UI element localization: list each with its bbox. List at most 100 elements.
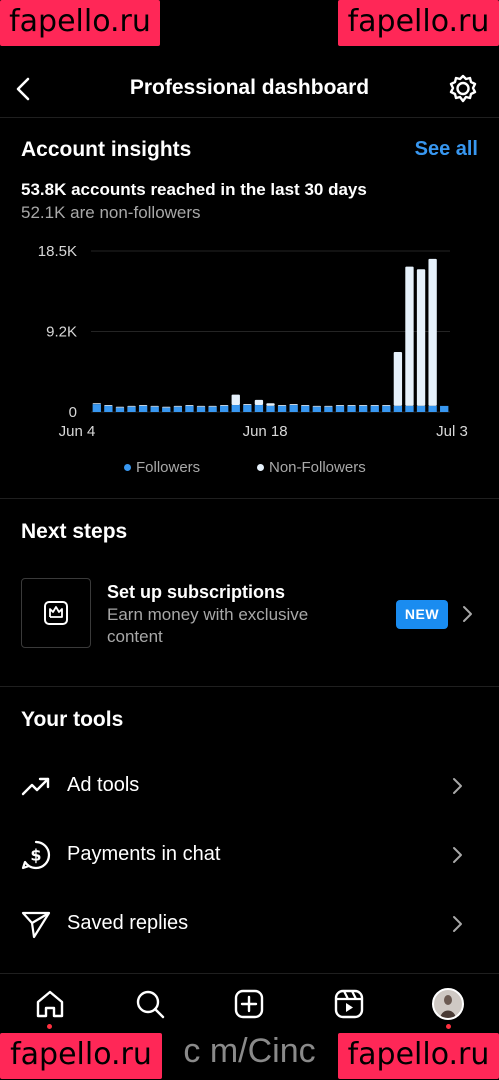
bar-non-followers bbox=[104, 405, 113, 406]
subscriptions-title: Set up subscriptions bbox=[107, 582, 286, 602]
chevron-right-icon bbox=[463, 606, 472, 622]
avatar-image-icon bbox=[440, 995, 456, 1018]
bar-non-followers bbox=[254, 399, 264, 406]
bar-non-followers bbox=[405, 266, 414, 406]
bar-non-followers bbox=[382, 405, 391, 406]
non-followers-text: 52.1K are non-followers bbox=[21, 203, 201, 222]
bar-followers bbox=[347, 405, 356, 412]
bar-followers bbox=[382, 405, 391, 412]
home-notification-dot bbox=[47, 1024, 52, 1029]
bar-non-followers bbox=[150, 405, 159, 407]
legend-non-followers: Non-Followers bbox=[257, 459, 366, 476]
watermark-bottom-left: fapello.ru bbox=[0, 1033, 162, 1079]
bar-followers bbox=[428, 405, 437, 412]
next-steps-title: Next steps bbox=[21, 520, 128, 543]
account-insights-title: Account insights bbox=[21, 138, 192, 161]
bar-non-followers bbox=[138, 405, 148, 406]
your-tools-title: Your tools bbox=[21, 708, 124, 731]
settings-button[interactable] bbox=[446, 72, 480, 106]
y-tick-label: 18.5K bbox=[38, 243, 77, 260]
bar-followers bbox=[324, 406, 333, 412]
bar-non-followers bbox=[231, 394, 240, 406]
bar-followers bbox=[266, 405, 275, 412]
bar-non-followers bbox=[312, 405, 321, 407]
bar-followers bbox=[196, 406, 206, 412]
bar-followers bbox=[220, 405, 229, 412]
new-badge: NEW bbox=[396, 600, 448, 629]
bar-followers bbox=[440, 405, 449, 412]
profile-notification-dot bbox=[446, 1024, 451, 1029]
bar-followers bbox=[127, 406, 136, 412]
watermark-top-left: fapello.ru bbox=[0, 0, 160, 46]
bar-followers bbox=[243, 405, 252, 412]
divider bbox=[0, 973, 499, 974]
legend-non-followers-dot bbox=[257, 463, 264, 471]
bar-non-followers bbox=[115, 406, 125, 408]
bar-non-followers bbox=[289, 404, 298, 406]
chevron-right-icon bbox=[453, 778, 462, 794]
bar-non-followers bbox=[220, 405, 229, 406]
crown-badge-icon bbox=[44, 601, 68, 625]
svg-text:$: $ bbox=[30, 846, 41, 865]
x-tick-label: Jun 18 bbox=[243, 423, 288, 440]
bar-non-followers bbox=[127, 405, 136, 407]
y-tick-label: 9.2K bbox=[46, 324, 77, 341]
bar-followers bbox=[92, 404, 101, 412]
bar-non-followers bbox=[196, 405, 206, 407]
bar-non-followers bbox=[208, 405, 217, 407]
chevron-right-icon bbox=[453, 847, 462, 863]
subscriptions-icon-box bbox=[21, 578, 91, 648]
bar-followers bbox=[277, 405, 287, 412]
bar-non-followers bbox=[358, 405, 368, 406]
tool-label-ad-tools: Ad tools bbox=[67, 774, 140, 796]
bar-followers bbox=[301, 405, 310, 412]
bar-non-followers bbox=[277, 405, 287, 406]
bar-non-followers bbox=[428, 258, 437, 406]
see-all-link[interactable]: See all bbox=[415, 138, 478, 161]
profile-avatar[interactable] bbox=[432, 988, 464, 1020]
bar-followers bbox=[208, 406, 217, 412]
bar-non-followers bbox=[393, 351, 403, 406]
bar-followers bbox=[138, 405, 148, 412]
tool-label-payments: Payments in chat bbox=[67, 843, 221, 865]
bar-followers bbox=[162, 407, 171, 412]
divider bbox=[0, 686, 499, 687]
create-post-icon[interactable] bbox=[233, 988, 265, 1020]
bar-followers bbox=[416, 405, 426, 412]
bar-non-followers bbox=[301, 405, 310, 406]
bar-non-followers bbox=[266, 403, 275, 406]
page-title: Professional dashboard bbox=[129, 76, 370, 99]
bar-non-followers bbox=[416, 269, 426, 406]
bar-followers bbox=[405, 405, 414, 412]
x-tick-label: Jun 4 bbox=[59, 423, 96, 440]
tool-label-saved-replies: Saved replies bbox=[67, 912, 189, 934]
x-tick-label: Jul 3 bbox=[436, 423, 468, 440]
home-icon[interactable] bbox=[34, 988, 66, 1020]
bar-non-followers bbox=[162, 406, 171, 408]
legend-followers: Followers bbox=[124, 459, 200, 476]
watermark-top-right: fapello.ru bbox=[338, 0, 499, 46]
bar-followers bbox=[335, 405, 345, 412]
bar-followers bbox=[150, 406, 159, 412]
reach-chart-svg: 18.5K 9.2K 0 Jun 4 Jun 18 Jul 3 bbox=[38, 243, 468, 440]
bar-followers bbox=[370, 405, 379, 412]
bar-followers bbox=[173, 406, 183, 412]
bar-non-followers bbox=[370, 405, 379, 406]
divider bbox=[0, 498, 499, 499]
watermark-bottom-right: fapello.ru bbox=[338, 1033, 499, 1079]
trending-up-icon bbox=[21, 777, 50, 796]
search-icon[interactable] bbox=[134, 988, 166, 1020]
divider bbox=[0, 117, 499, 118]
send-icon bbox=[21, 911, 51, 939]
reels-icon[interactable] bbox=[333, 988, 365, 1020]
bar-followers bbox=[115, 407, 125, 412]
bar-non-followers bbox=[324, 405, 333, 407]
bar-non-followers bbox=[92, 403, 101, 405]
subscriptions-subtitle: Earn money with exclusive content bbox=[107, 605, 309, 646]
legend-followers-dot bbox=[124, 463, 131, 471]
y-tick-label: 0 bbox=[69, 404, 77, 421]
bar-followers bbox=[358, 405, 368, 412]
bar-non-followers bbox=[335, 405, 345, 406]
chevron-right-icon bbox=[453, 916, 462, 932]
bar-non-followers bbox=[173, 405, 183, 407]
